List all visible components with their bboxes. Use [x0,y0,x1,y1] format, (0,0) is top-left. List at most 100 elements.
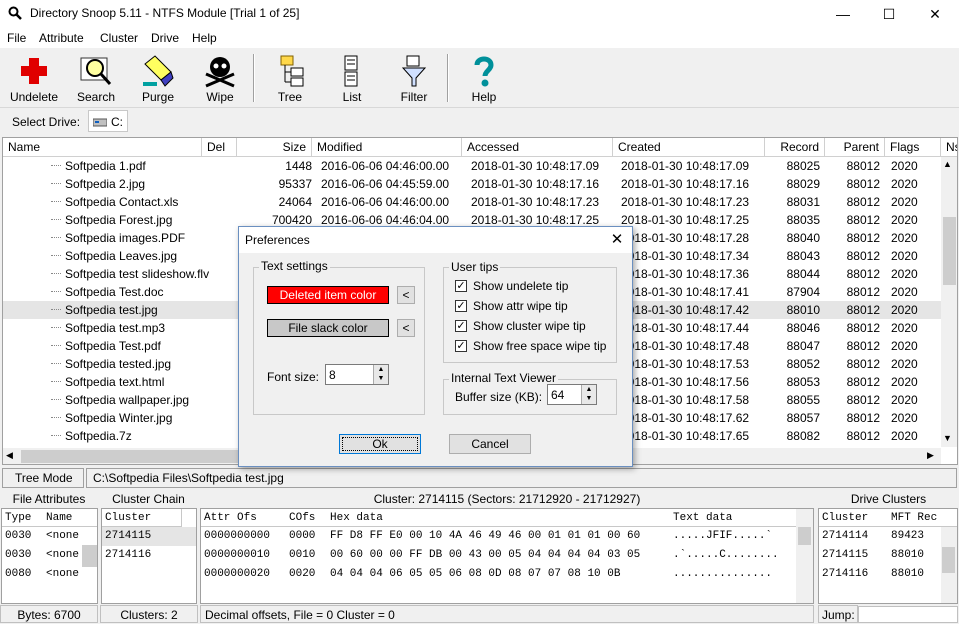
purge-button[interactable]: Purge [128,50,188,106]
font-size-spin-arrows[interactable]: ▲ ▼ [373,365,388,384]
hex-col-text-data[interactable]: Text data [673,509,732,527]
file-attr-row[interactable]: 0030 <none [2,527,97,546]
menu-attribute[interactable]: Attribute [39,31,84,45]
file-slack-color-swatch[interactable]: File slack color [267,319,389,337]
dc-scroll-thumb[interactable] [942,547,955,573]
drive-cluster-row[interactable]: 2714114 89423 [819,527,957,546]
col-header-modified[interactable]: Modified [312,138,462,157]
file-attr-scrollbar[interactable] [82,545,97,567]
file-row[interactable]: Softpedia 1.pdf 1448 2016-06-06 04:46:00.0… [3,157,941,175]
file-row[interactable]: Softpedia 2.jpg 95337 2016-06-06 04:45:59.… [3,175,941,193]
filter-button[interactable]: Filter [384,50,444,106]
close-button[interactable]: ✕ [912,0,958,28]
file-cell-created: 2018-01-30 10:48:17.09 [621,159,750,173]
file-attributes-table: Type Name 0030 <none 0030 <none 0080 <none [1,508,98,604]
tree-mode-box: Tree Mode [2,468,84,488]
hex-scrollbar[interactable] [796,509,813,603]
col-header-parent[interactable]: Parent [825,138,885,157]
col-header-accessed[interactable]: Accessed [462,138,613,157]
menu-bar: File Attribute Cluster Drive Help [0,28,959,48]
slack-color-picker-button[interactable]: < [397,319,415,337]
scroll-down-icon[interactable]: ▼ [943,433,952,443]
hex-col-hex-data[interactable]: Hex data [330,509,383,527]
file-cell-name: Softpedia Contact.xls [65,195,179,209]
font-size-spinner[interactable]: 8 ▲ ▼ [325,364,389,385]
jump-input[interactable] [858,606,958,623]
tip-checkbox[interactable]: ✓ [455,280,467,292]
menu-cluster[interactable]: Cluster [100,31,138,45]
spin-down-icon[interactable]: ▼ [582,394,596,403]
list-button[interactable]: List [322,50,382,106]
tip-checkbox-row[interactable]: ✓ Show attr wipe tip [455,299,615,315]
file-cell-name: Softpedia wallpaper.jpg [65,393,190,407]
col-header-ns[interactable]: Ns [941,138,957,157]
spin-down-icon[interactable]: ▼ [374,374,388,383]
file-list-vscroll[interactable]: ▲ ▼ [941,157,957,447]
tip-checkbox-row[interactable]: ✓ Show cluster wipe tip [455,319,615,335]
tip-checkbox[interactable]: ✓ [455,300,467,312]
hex-col-cofs[interactable]: COfs [289,509,315,527]
hex-row[interactable]: 0000000000 0000 FF D8 FF E0 00 10 4A 46 49… [201,527,813,546]
file-cell-name: Softpedia test.jpg [65,303,158,317]
cluster-chain-row[interactable]: 2714116 [102,546,196,565]
dc-col-mft-rec[interactable]: MFT Rec [891,509,937,527]
col-header-flags[interactable]: Flags [885,138,941,157]
help-button[interactable]: Help [454,50,514,106]
buffer-size-spinner[interactable]: 64 ▲ ▼ [547,384,597,405]
hex-text-data: ............... [673,568,773,580]
tip-checkbox-row[interactable]: ✓ Show undelete tip [455,279,615,295]
menu-file[interactable]: File [7,31,26,45]
question-mark-icon [467,54,501,88]
cluster-chain-header[interactable]: Cluster [102,509,182,527]
hex-col-attr-ofs[interactable]: Attr Ofs [204,509,257,527]
dc-col-cluster[interactable]: Cluster [822,509,868,527]
scroll-left-icon[interactable]: ◀ [6,450,13,461]
hex-scroll-thumb[interactable] [798,527,811,545]
spin-up-icon[interactable]: ▲ [582,385,596,394]
cluster-chain-row[interactable]: 2714115 [102,527,196,546]
drive-cluster-row[interactable]: 2714115 88010 [819,546,957,565]
file-attr-name: <none [46,568,80,580]
ok-button[interactable]: Ok [339,434,421,454]
scroll-up-icon[interactable]: ▲ [943,159,952,169]
hex-row[interactable]: 0000000010 0010 00 60 00 00 FF DB 00 43 00… [201,546,813,565]
undelete-button[interactable]: Undelete [4,50,64,106]
dialog-close-button[interactable]: ✕ [605,229,629,251]
buffer-size-value: 64 [551,388,565,402]
file-cell-record: 88044 [786,267,820,281]
tree-button[interactable]: Tree [260,50,320,106]
menu-help[interactable]: Help [192,31,217,45]
file-attr-row[interactable]: 0080 <none [2,565,97,584]
scroll-thumb[interactable] [943,217,956,285]
buffer-spin-arrows[interactable]: ▲ ▼ [581,385,596,404]
deleted-item-color-swatch[interactable]: Deleted item color [267,286,389,304]
tip-checkbox-row[interactable]: ✓ Show free space wipe tip [455,339,615,355]
file-attr-col-type[interactable]: Type [5,512,31,524]
file-attr-col-name[interactable]: Name [46,509,72,527]
file-cell-record: 88031 [786,195,820,209]
scroll-right-icon[interactable]: ▶ [927,450,934,461]
col-header-del[interactable]: Del [202,138,237,157]
col-header-created[interactable]: Created [613,138,765,157]
deleted-color-picker-button[interactable]: < [397,286,415,304]
wipe-button[interactable]: Wipe [190,50,250,106]
menu-drive[interactable]: Drive [151,31,179,45]
tree-connector [51,201,61,202]
col-header-size[interactable]: Size [237,138,312,157]
maximize-button[interactable]: ☐ [866,0,912,28]
spin-up-icon[interactable]: ▲ [374,365,388,374]
search-button[interactable]: Search [66,50,126,106]
dc-mft-rec: 88010 [891,549,925,561]
file-row[interactable]: Softpedia Contact.xls 24064 2016-06-06 04:… [3,193,941,211]
minimize-button[interactable]: — [820,0,866,28]
col-header-name[interactable]: Name [3,138,202,157]
hex-row[interactable]: 0000000020 0020 04 04 04 06 05 05 06 08 0D… [201,565,813,584]
col-header-record[interactable]: Record [765,138,825,157]
drive-select[interactable]: C: [88,110,128,132]
file-cell-created: 2018-01-30 10:48:17.58 [621,393,750,407]
cancel-button[interactable]: Cancel [449,434,531,454]
tip-checkbox[interactable]: ✓ [455,320,467,332]
dc-scrollbar[interactable] [941,527,957,603]
tip-checkbox[interactable]: ✓ [455,340,467,352]
drive-cluster-row[interactable]: 2714116 88010 [819,565,957,584]
